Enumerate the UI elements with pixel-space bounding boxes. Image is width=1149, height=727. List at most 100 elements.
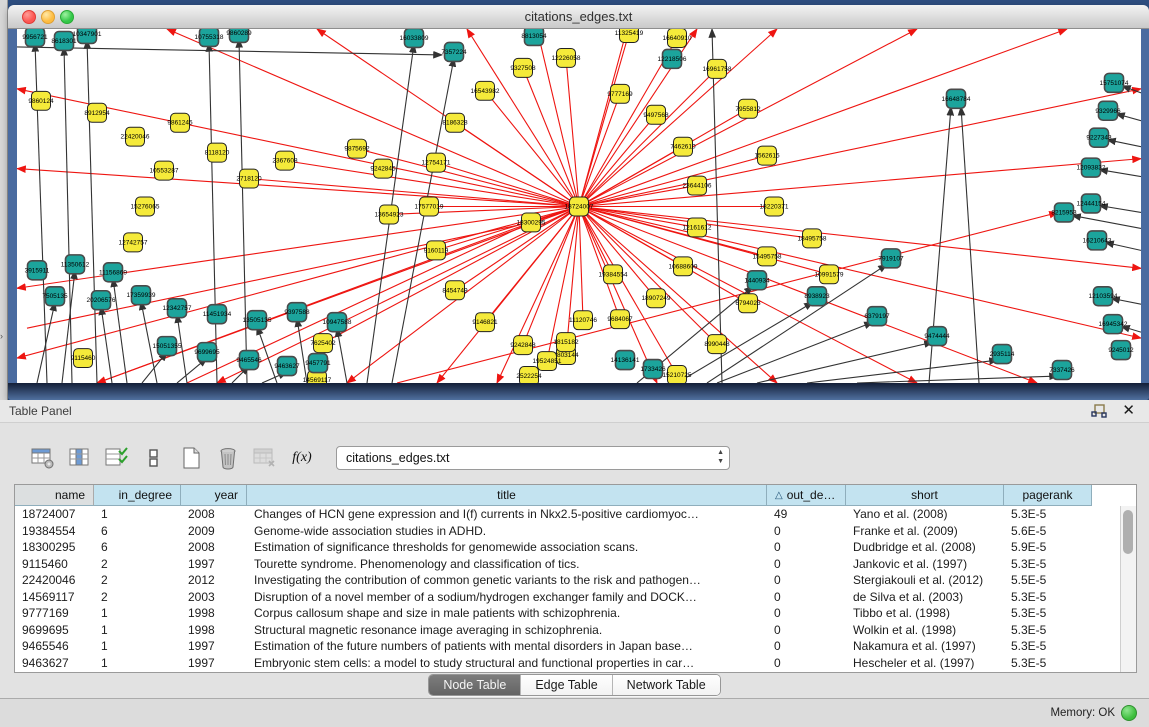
graph-node[interactable]: 12342757 xyxy=(163,299,192,318)
table-cell[interactable]: 9777169 xyxy=(15,606,94,620)
graph-node[interactable]: 18220371 xyxy=(760,197,789,216)
graph-node[interactable]: 7955812 xyxy=(735,99,761,118)
column-header-in_degree[interactable]: in_degree xyxy=(94,485,181,506)
table-cell[interactable]: 5.3E-5 xyxy=(1004,623,1092,637)
table-cell[interactable]: 1997 xyxy=(181,656,247,670)
table-cell[interactable]: 1998 xyxy=(181,623,247,637)
new-column-icon[interactable] xyxy=(178,444,204,472)
table-row[interactable]: 1938455462009Genome-wide association stu… xyxy=(15,523,1136,540)
graph-node[interactable]: 9146821 xyxy=(472,313,498,332)
graph-node[interactable]: 2367608 xyxy=(272,151,298,170)
select-rows-icon[interactable] xyxy=(104,444,130,472)
table-cell[interactable]: 1998 xyxy=(181,606,247,620)
table-cell[interactable]: 9115460 xyxy=(15,557,94,571)
table-cell[interactable]: 9465546 xyxy=(15,639,94,653)
graph-node[interactable]: 8813054 xyxy=(521,29,547,45)
table-cell[interactable]: Corpus callosum shape and size in male p… xyxy=(247,606,767,620)
table-row[interactable]: 946554611997Estimation of the future num… xyxy=(15,638,1136,655)
table-mode-icon[interactable] xyxy=(30,444,56,472)
graph-node[interactable]: 16945342 xyxy=(1099,315,1128,334)
network-canvas[interactable]: 1872400712226058932750816543982818632812… xyxy=(17,29,1141,383)
graph-node[interactable]: 9860289 xyxy=(226,29,252,42)
table-cell[interactable]: 5.3E-5 xyxy=(1004,590,1092,604)
table-cell[interactable]: Genome-wide association studies in ADHD. xyxy=(247,524,767,538)
graph-node[interactable]: 9242845 xyxy=(370,159,396,178)
column-header-out_de[interactable]: △out_de… xyxy=(767,485,846,506)
table-cell[interactable]: Yano et al. (2008) xyxy=(846,507,1004,521)
table-cell[interactable]: 5.3E-5 xyxy=(1004,656,1092,670)
graph-node[interactable]: 9160119 xyxy=(424,241,449,260)
table-row[interactable]: 969969511998Structural magnetic resonanc… xyxy=(15,622,1136,639)
graph-node[interactable]: 16543982 xyxy=(471,81,500,100)
graph-node[interactable]: 16961758 xyxy=(703,59,732,78)
graph-node[interactable]: 9497568 xyxy=(643,105,669,124)
table-cell[interactable]: 49 xyxy=(767,507,846,521)
graph-node[interactable]: 7505135 xyxy=(42,287,68,306)
table-cell[interactable]: Hescheler et al. (1997) xyxy=(846,656,1004,670)
table-row[interactable]: 946362711997Embryonic stem cells: a mode… xyxy=(15,655,1136,672)
cell-mode-icon[interactable] xyxy=(141,444,167,472)
table-cell[interactable]: 2008 xyxy=(181,540,247,554)
graph-node[interactable]: 12218506 xyxy=(658,49,687,68)
table-cell[interactable]: 1997 xyxy=(181,639,247,653)
graph-node[interactable]: 19384554 xyxy=(599,265,628,284)
graph-node[interactable]: 20206576 xyxy=(87,291,116,310)
table-cell[interactable]: 1 xyxy=(94,623,181,637)
table-cell[interactable]: 0 xyxy=(767,656,846,670)
graph-node[interactable]: 9329966 xyxy=(1095,101,1121,120)
graph-node[interactable]: 9684067 xyxy=(607,310,633,329)
table-cell[interactable]: Embryonic stem cells: a model to study s… xyxy=(247,656,767,670)
column-header-short[interactable]: short xyxy=(846,485,1004,506)
graph-node[interactable]: 11451934 xyxy=(203,305,232,324)
graph-node[interactable]: 6794023 xyxy=(735,294,761,313)
table-cell[interactable]: Nakamura et al. (1997) xyxy=(846,639,1004,653)
float-window-icon[interactable] xyxy=(1091,404,1107,418)
table-cell[interactable]: 9699695 xyxy=(15,623,94,637)
table-cell[interactable]: Changes of HCN gene expression and I(f) … xyxy=(247,507,767,521)
graph-node[interactable]: 8454749 xyxy=(442,281,468,300)
graph-node[interactable]: 7919107 xyxy=(878,249,904,268)
table-cell[interactable]: 9463627 xyxy=(15,656,94,670)
graph-node[interactable]: 9245012 xyxy=(1108,341,1134,360)
table-cell[interactable]: 5.3E-5 xyxy=(1004,606,1092,620)
table-cell[interactable]: 19384554 xyxy=(15,524,94,538)
table-cell[interactable]: 1 xyxy=(94,656,181,670)
table-cell[interactable]: 5.9E-5 xyxy=(1004,540,1092,554)
table-cell[interactable]: Franke et al. (2009) xyxy=(846,524,1004,538)
graph-node[interactable]: 18300295 xyxy=(517,213,546,232)
graph-node[interactable]: 22420046 xyxy=(121,127,150,146)
graph-node[interactable]: 9860124 xyxy=(28,91,54,110)
show-columns-icon[interactable] xyxy=(67,444,93,472)
table-cell[interactable]: 2 xyxy=(94,590,181,604)
table-row[interactable]: 1872400712008Changes of HCN gene express… xyxy=(15,506,1136,523)
function-builder-icon[interactable]: f(x) xyxy=(289,444,315,472)
graph-node[interactable]: 12226058 xyxy=(552,48,581,67)
graph-node[interactable]: 2718120 xyxy=(236,169,262,188)
graph-node[interactable]: 9875692 xyxy=(344,139,370,158)
divider-handle-icon[interactable]: › xyxy=(0,332,3,341)
graph-node[interactable]: 8912954 xyxy=(84,103,110,122)
table-cell[interactable]: Tibbo et al. (1998) xyxy=(846,606,1004,620)
table-cell[interactable]: 6 xyxy=(94,524,181,538)
close-panel-icon[interactable]: ✕ xyxy=(1122,401,1135,419)
graph-node[interactable]: 1440934 xyxy=(744,271,770,290)
graph-node[interactable]: 7462610 xyxy=(670,137,696,156)
graph-node[interactable]: 9227343 xyxy=(1086,128,1112,147)
graph-node[interactable]: 10347901 xyxy=(73,29,102,43)
table-row[interactable]: 1830029562008Estimation of significance … xyxy=(15,539,1136,556)
graph-node[interactable]: 7337426 xyxy=(1049,361,1075,380)
table-row[interactable]: 977716911998Corpus callosum shape and si… xyxy=(15,605,1136,622)
column-header-title[interactable]: title xyxy=(247,485,767,506)
graph-node[interactable]: 13654923 xyxy=(375,205,404,224)
table-cell[interactable]: Dudbridge et al. (2008) xyxy=(846,540,1004,554)
graph-node[interactable]: 9327508 xyxy=(510,58,536,77)
graph-node[interactable]: 7357224 xyxy=(441,42,467,61)
graph-node[interactable]: 15495758 xyxy=(753,247,782,266)
graph-node[interactable]: 7625402 xyxy=(310,334,336,353)
graph-node[interactable]: 1815182 xyxy=(553,333,579,352)
graph-node[interactable]: 11120746 xyxy=(569,311,597,330)
table-cell[interactable]: 5.5E-5 xyxy=(1004,573,1092,587)
graph-node[interactable]: 11325419 xyxy=(615,29,644,42)
window-titlebar[interactable]: citations_edges.txt xyxy=(8,5,1149,29)
table-cell[interactable]: 2012 xyxy=(181,573,247,587)
